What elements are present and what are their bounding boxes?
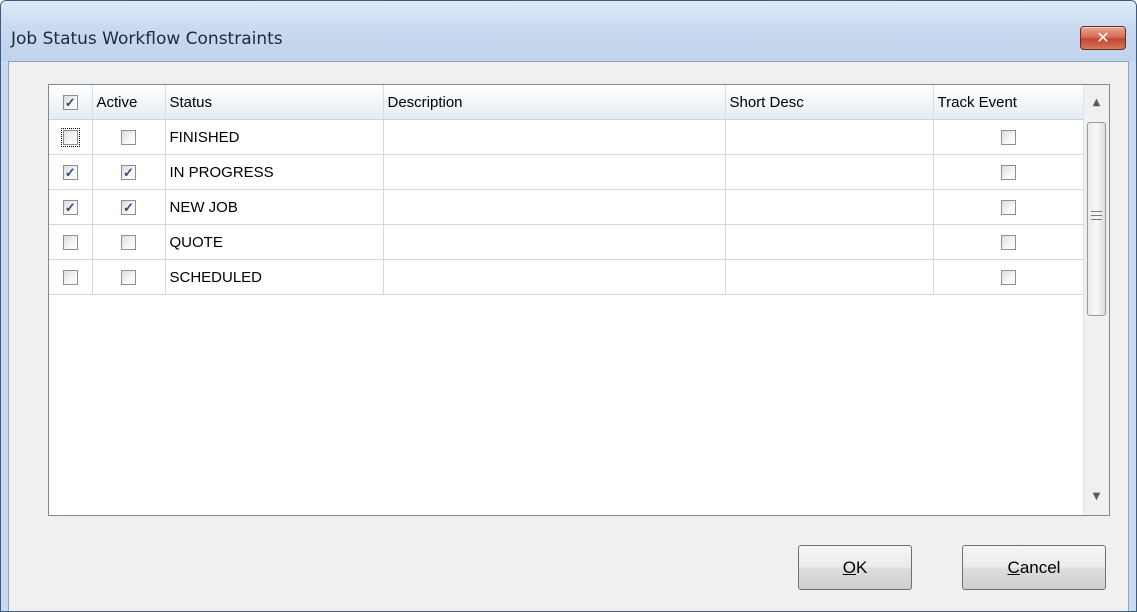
active-cell[interactable] — [92, 154, 166, 190]
scroll-up-arrow-icon[interactable]: ▲ — [1084, 91, 1109, 115]
close-button[interactable]: ✕ — [1080, 26, 1126, 50]
row-select-cell[interactable] — [49, 224, 93, 260]
row-select-checkbox[interactable] — [62, 270, 78, 286]
header-select-all[interactable] — [49, 85, 93, 120]
cancel-button[interactable]: Cancel — [962, 545, 1106, 590]
short-desc-cell[interactable] — [725, 119, 934, 155]
cancel-mnemonic: C — [1007, 558, 1020, 577]
row-select-checkbox[interactable] — [62, 165, 78, 181]
description-cell[interactable] — [383, 224, 726, 260]
table-row[interactable]: NEW JOB — [49, 189, 1084, 225]
table-row[interactable]: FINISHED — [49, 119, 1084, 155]
table-row[interactable]: QUOTE — [49, 224, 1084, 260]
scroll-down-arrow-icon[interactable]: ▼ — [1084, 485, 1109, 509]
ok-label: K — [855, 558, 868, 577]
column-header-short-desc[interactable]: Short Desc — [725, 85, 934, 120]
row-select-cell[interactable] — [49, 119, 93, 155]
table-row[interactable]: SCHEDULED — [49, 259, 1084, 295]
ok-mnemonic: O — [842, 558, 856, 577]
track-event-cell[interactable] — [933, 154, 1084, 190]
active-checkbox[interactable] — [121, 270, 136, 286]
table-header-row: Active Status Description Short Desc Tra… — [49, 85, 1084, 120]
track-event-cell[interactable] — [933, 224, 1084, 260]
status-cell[interactable]: FINISHED — [165, 119, 384, 155]
dialog-title: Job Status Workflow Constraints — [11, 29, 283, 49]
short-desc-cell[interactable] — [725, 259, 934, 295]
active-checkbox[interactable] — [121, 200, 136, 216]
status-table: Active Status Description Short Desc Tra… — [49, 85, 1084, 295]
column-header-description[interactable]: Description — [383, 85, 726, 120]
status-cell[interactable]: SCHEDULED — [165, 259, 384, 295]
active-cell[interactable] — [92, 189, 166, 225]
description-cell[interactable] — [383, 259, 726, 295]
close-icon: ✕ — [1096, 28, 1110, 47]
column-header-track-event[interactable]: Track Event — [933, 85, 1084, 120]
short-desc-cell[interactable] — [725, 154, 934, 190]
row-select-cell[interactable] — [49, 189, 93, 225]
title-bar[interactable]: Job Status Workflow Constraints ✕ — [1, 1, 1136, 61]
short-desc-cell[interactable] — [725, 224, 934, 260]
column-header-active[interactable]: Active — [92, 85, 166, 120]
description-cell[interactable] — [383, 154, 726, 190]
active-checkbox[interactable] — [121, 130, 136, 146]
scrollbar-thumb[interactable] — [1087, 122, 1106, 316]
track-event-checkbox[interactable] — [1000, 200, 1016, 216]
status-cell[interactable]: NEW JOB — [165, 189, 384, 225]
track-event-checkbox[interactable] — [1000, 235, 1016, 251]
select-all-checkbox[interactable] — [62, 95, 78, 111]
row-select-checkbox[interactable] — [60, 128, 80, 148]
row-select-cell[interactable] — [49, 259, 93, 295]
track-event-checkbox[interactable] — [1000, 130, 1016, 146]
vertical-scrollbar[interactable]: ▲ ▼ — [1083, 85, 1109, 515]
grip-icon — [1091, 211, 1102, 220]
track-event-cell[interactable] — [933, 259, 1084, 295]
status-cell[interactable]: QUOTE — [165, 224, 384, 260]
active-checkbox[interactable] — [121, 165, 136, 181]
track-event-checkbox[interactable] — [1000, 165, 1016, 181]
short-desc-cell[interactable] — [725, 189, 934, 225]
dialog-window: Job Status Workflow Constraints ✕ ✓ Acti… — [0, 0, 1137, 612]
status-grid: Active Status Description Short Desc Tra… — [48, 84, 1110, 516]
cancel-label: ancel — [1019, 558, 1061, 577]
dialog-client-area: Active Status Description Short Desc Tra… — [8, 61, 1129, 611]
ok-button[interactable]: OK — [798, 545, 912, 590]
status-cell[interactable]: IN PROGRESS — [165, 154, 384, 190]
row-select-checkbox[interactable] — [62, 200, 78, 216]
active-cell[interactable] — [92, 259, 166, 295]
active-cell[interactable] — [92, 224, 166, 260]
row-select-checkbox[interactable] — [62, 235, 78, 251]
description-cell[interactable] — [383, 189, 726, 225]
active-checkbox[interactable] — [121, 235, 136, 251]
active-cell[interactable] — [92, 119, 166, 155]
column-header-status[interactable]: Status — [165, 85, 384, 120]
row-select-cell[interactable] — [49, 154, 93, 190]
track-event-cell[interactable] — [933, 119, 1084, 155]
description-cell[interactable] — [383, 119, 726, 155]
track-event-cell[interactable] — [933, 189, 1084, 225]
track-event-checkbox[interactable] — [1000, 270, 1016, 286]
table-row[interactable]: IN PROGRESS — [49, 154, 1084, 190]
